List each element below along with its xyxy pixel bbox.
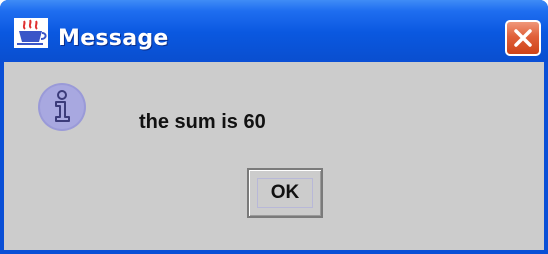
close-button[interactable] bbox=[505, 20, 541, 56]
ok-button-label: OK bbox=[257, 178, 313, 208]
window-title: Message bbox=[58, 26, 169, 51]
java-cup-icon bbox=[14, 18, 48, 48]
ok-button[interactable]: OK bbox=[247, 168, 323, 218]
dialog-content: the sum is 60 OK bbox=[4, 62, 544, 250]
title-bar[interactable]: Message bbox=[0, 0, 548, 60]
close-icon bbox=[514, 29, 532, 47]
message-text: the sum is 60 bbox=[139, 111, 266, 133]
information-icon bbox=[37, 82, 87, 132]
message-dialog: Message the sum is 60 OK bbox=[0, 0, 548, 254]
